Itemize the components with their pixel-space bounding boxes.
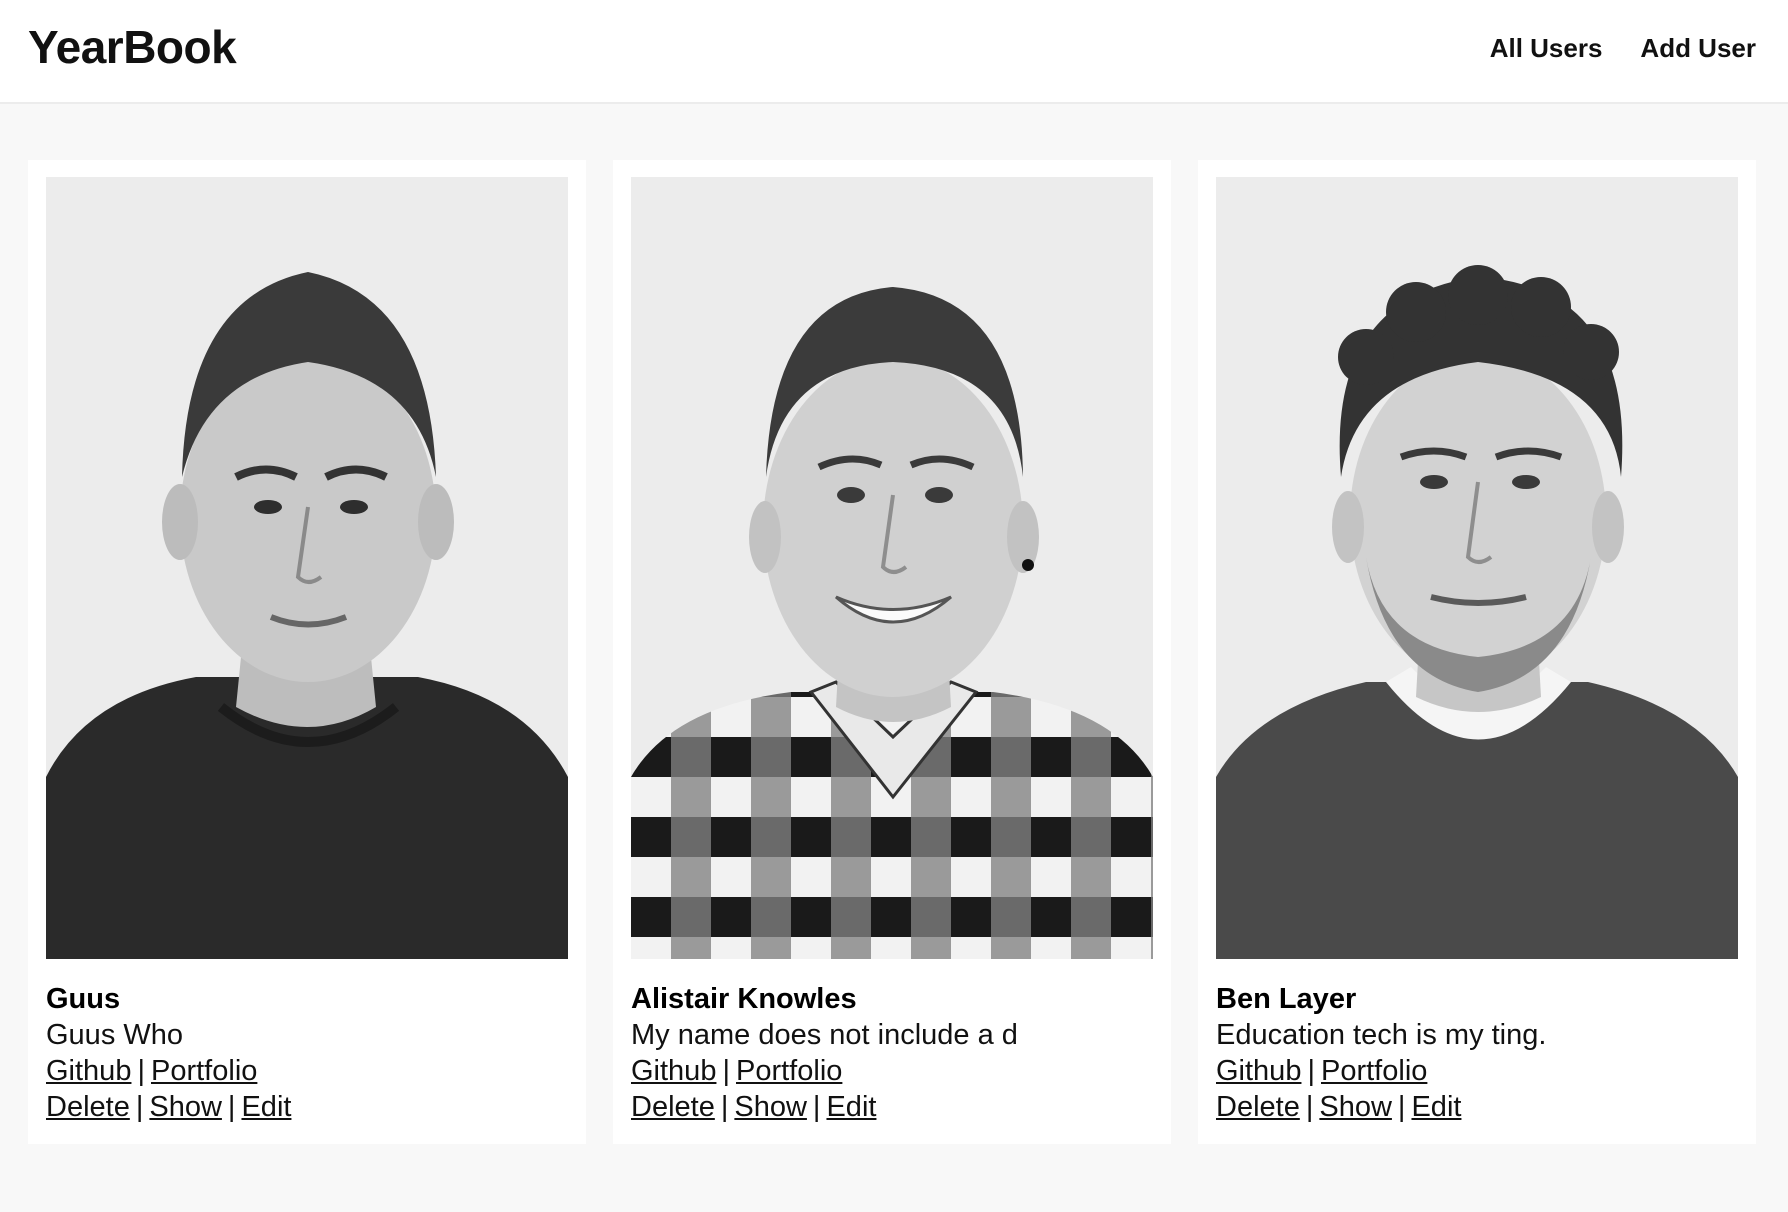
portrait-image [1216,177,1738,959]
show-link[interactable]: Show [149,1091,222,1123]
github-link[interactable]: Github [631,1055,716,1087]
link-separator: | [137,1055,145,1087]
user-bio: Education tech is my ting. [1216,1019,1547,1051]
action-links: Delete | Show | Edit [631,1089,1153,1125]
user-card: Alistair Knowles My name does not includ… [613,160,1171,1144]
top-navbar: YearBook All Users Add User [0,0,1788,104]
github-link[interactable]: Github [1216,1055,1301,1087]
link-separator: | [720,1091,729,1123]
main-nav: All Users Add User [1490,33,1756,64]
link-separator: | [1397,1091,1406,1123]
delete-link[interactable]: Delete [46,1091,130,1123]
user-name: Ben Layer [1216,983,1357,1015]
portfolio-link[interactable]: Portfolio [1321,1055,1427,1087]
delete-link[interactable]: Delete [631,1091,715,1123]
portrait-image [46,177,568,959]
profile-links: Github | Portfolio [1216,1053,1738,1089]
profile-links: Github | Portfolio [46,1053,568,1089]
link-separator: | [812,1091,821,1123]
user-name: Guus [46,983,121,1015]
delete-link[interactable]: Delete [1216,1091,1300,1123]
profile-links: Github | Portfolio [631,1053,1153,1089]
github-link[interactable]: Github [46,1055,131,1087]
brand-logo[interactable]: YearBook [28,20,237,74]
portfolio-link[interactable]: Portfolio [151,1055,257,1087]
action-links: Delete | Show | Edit [1216,1089,1738,1125]
user-info: Ben Layer Education tech is my ting. Git… [1216,981,1738,1125]
edit-link[interactable]: Edit [241,1091,291,1123]
edit-link[interactable]: Edit [826,1091,876,1123]
user-name: Alistair Knowles [631,983,857,1015]
edit-link[interactable]: Edit [1411,1091,1461,1123]
show-link[interactable]: Show [1319,1091,1392,1123]
nav-add-user-link[interactable]: Add User [1640,33,1756,64]
link-separator: | [1307,1055,1315,1087]
user-card: Ben Layer Education tech is my ting. Git… [1198,160,1756,1144]
link-separator: | [722,1055,730,1087]
link-separator: | [227,1091,236,1123]
user-photo [631,177,1153,959]
portrait-image [631,177,1153,959]
link-separator: | [1305,1091,1314,1123]
portfolio-link[interactable]: Portfolio [736,1055,842,1087]
show-link[interactable]: Show [734,1091,807,1123]
nav-all-users-link[interactable]: All Users [1490,33,1603,64]
user-info: Alistair Knowles My name does not includ… [631,981,1153,1125]
link-separator: | [135,1091,144,1123]
user-photo [1216,177,1738,959]
user-info: Guus Guus Who Github | Portfolio Delete | Sh… [46,981,568,1125]
user-bio: My name does not include a d [631,1019,1018,1051]
user-bio: Guus Who [46,1019,183,1051]
action-links: Delete | Show | Edit [46,1089,568,1125]
user-photo [46,177,568,959]
user-card: Guus Guus Who Github | Portfolio Delete | Sh… [28,160,586,1144]
user-card-grid: Guus Guus Who Github | Portfolio Delete | Sh… [28,160,1756,1144]
